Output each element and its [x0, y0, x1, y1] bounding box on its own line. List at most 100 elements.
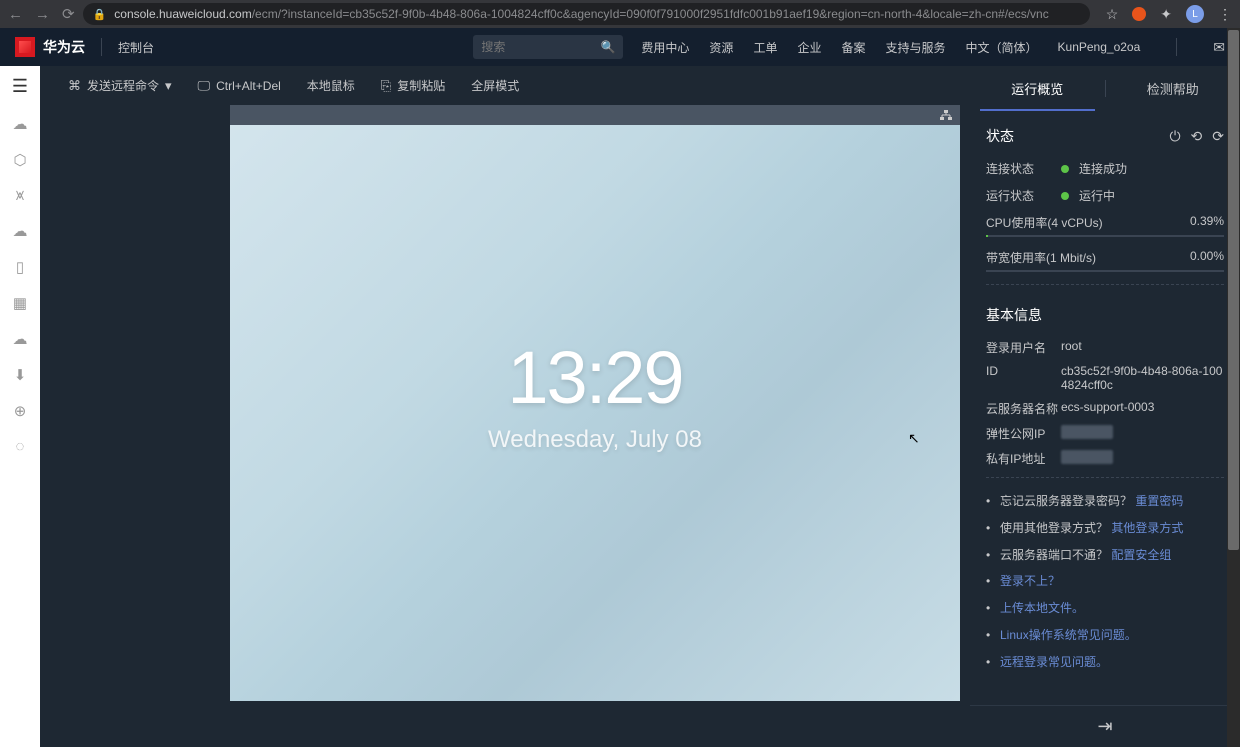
help-item: 忘记云服务器登录密码？ 重置密码	[986, 488, 1224, 515]
help-item: 使用其他登录方式？ 其他登录方式	[986, 515, 1224, 542]
rail-network-icon[interactable]: ⬡	[13, 151, 26, 169]
browser-chrome-bar: ← → ⟳ 🔒 console.huaweicloud.com/ecm/?ins…	[0, 0, 1240, 28]
terminal-icon: ⌘	[68, 78, 81, 94]
rail-chat-icon[interactable]: ◌	[16, 438, 25, 455]
linux-faq-link[interactable]: Linux操作系统常见问题。	[1000, 628, 1137, 642]
monitor-icon: 🖵	[198, 78, 211, 94]
tab-diagnostics[interactable]: 检测帮助	[1106, 66, 1240, 111]
collapse-arrow-icon: ⇥	[1097, 716, 1112, 737]
local-mouse-button[interactable]: 本地鼠标	[307, 77, 355, 94]
left-rail: ☰ ☁ ⬡ ⩙ ☁ ▯ ▦ ☁ ⬇ ⊕ ◌	[0, 66, 40, 747]
lock-screen-clock: 13:29 Wednesday, July 08	[488, 335, 702, 454]
send-remote-cmd-label: 发送远程命令	[87, 77, 159, 94]
url-text: console.huaweicloud.com/ecm/?instanceId=…	[114, 7, 1048, 21]
url-bar[interactable]: 🔒 console.huaweicloud.com/ecm/?instanceI…	[83, 3, 1090, 25]
power-icon[interactable]: ⏻	[1169, 128, 1180, 145]
copy-paste-label: 复制粘贴	[397, 77, 445, 94]
nav-resources[interactable]: 资源	[709, 39, 733, 56]
help-item: 远程登录常见问题。	[986, 649, 1224, 676]
upload-file-link[interactable]: 上传本地文件。	[1000, 601, 1084, 615]
login-fail-link[interactable]: 登录不上？	[1000, 574, 1060, 588]
local-mouse-label: 本地鼠标	[307, 77, 355, 94]
bandwidth-value: 0.00%	[1190, 249, 1224, 266]
rail-deploy-icon[interactable]: ☁	[13, 222, 28, 240]
extension-orange-icon[interactable]	[1132, 7, 1146, 21]
extensions-puzzle-icon[interactable]: ✦	[1160, 6, 1172, 23]
network-icon	[940, 109, 952, 121]
nav-forward-icon[interactable]: →	[35, 6, 50, 23]
cpu-progress	[986, 235, 1224, 237]
hamburger-menu-icon[interactable]: ☰	[12, 76, 28, 97]
rail-db-icon[interactable]: ⩙	[16, 187, 24, 204]
brand-name[interactable]: 华为云	[43, 37, 85, 57]
reset-password-link[interactable]: 重置密码	[1135, 494, 1183, 508]
other-login-link[interactable]: 其他登录方式	[1111, 521, 1183, 535]
tab-overview[interactable]: 运行概览	[970, 66, 1105, 111]
help-item: 登录不上？	[986, 568, 1224, 595]
status-dot-icon	[1061, 165, 1069, 173]
ctrl-alt-del-button[interactable]: 🖵 Ctrl+Alt+Del	[198, 78, 281, 94]
page-scrollbar[interactable]	[1227, 28, 1240, 747]
search-icon[interactable]: 🔍	[600, 40, 615, 54]
search-box[interactable]: 🔍	[473, 35, 623, 59]
vnc-toolbar: ⌘ 发送远程命令 ▾ 🖵 Ctrl+Alt+Del 本地鼠标 ⎘ 复制粘贴 全屏…	[40, 66, 970, 105]
divider	[986, 284, 1224, 285]
rail-download-icon[interactable]: ⬇	[14, 366, 27, 384]
mail-icon[interactable]: ✉	[1213, 39, 1225, 56]
rail-cloud-icon[interactable]: ☁	[13, 115, 28, 133]
help-item: Linux操作系统常见问题。	[986, 622, 1224, 649]
vnc-screen[interactable]: 13:29 Wednesday, July 08 ↖	[230, 105, 960, 701]
nav-reload-icon[interactable]: ⟳	[62, 5, 75, 23]
server-name-value: ecs-support-0003	[1061, 400, 1224, 417]
fullscreen-label: 全屏模式	[471, 77, 519, 94]
bookmark-star-icon[interactable]: ☆	[1106, 6, 1119, 23]
overview-sidebar: 运行概览 检测帮助 状态 ⏻ ⟲ ⟳ 连接状态 连接成功	[970, 66, 1240, 747]
server-name-label: 云服务器名称	[986, 400, 1061, 417]
nav-tickets[interactable]: 工单	[753, 39, 777, 56]
eip-label: 弹性公网IP	[986, 425, 1061, 442]
rail-globe-icon[interactable]: ⊕	[14, 402, 27, 420]
scrollbar-thumb[interactable]	[1228, 30, 1239, 550]
run-status-value: 运行中	[1079, 187, 1115, 204]
nav-enterprise[interactable]: 企业	[797, 39, 821, 56]
rail-mobile-icon[interactable]: ▯	[16, 258, 24, 276]
copy-paste-button[interactable]: ⎘ 复制粘贴	[381, 77, 445, 94]
restart-icon[interactable]: ⟲	[1191, 128, 1203, 145]
nav-billing[interactable]: 费用中心	[641, 39, 689, 56]
sidebar-collapse-bar[interactable]: ⇥	[970, 705, 1240, 747]
security-group-link[interactable]: 配置安全组	[1111, 548, 1171, 562]
search-input[interactable]	[481, 40, 600, 54]
clock-date: Wednesday, July 08	[488, 426, 702, 454]
nav-back-icon[interactable]: ←	[8, 6, 23, 23]
lock-icon: 🔒	[93, 8, 107, 21]
remote-login-faq-link[interactable]: 远程登录常见问题。	[1000, 655, 1108, 669]
login-user-label: 登录用户名	[986, 339, 1061, 356]
rail-doc-icon[interactable]: ▦	[13, 294, 27, 312]
huawei-logo-icon[interactable]	[15, 37, 35, 57]
rail-storage-icon[interactable]: ☁	[13, 330, 28, 348]
help-links: 忘记云服务器登录密码？ 重置密码 使用其他登录方式？ 其他登录方式 云服务器端口…	[970, 484, 1240, 690]
nav-beian[interactable]: 备案	[841, 39, 865, 56]
clock-time: 13:29	[488, 335, 702, 420]
ctrl-alt-del-label: Ctrl+Alt+Del	[216, 79, 281, 93]
nav-support[interactable]: 支持与服务	[885, 39, 945, 56]
fullscreen-button[interactable]: 全屏模式	[471, 77, 519, 94]
guest-cursor-icon: ↖	[908, 430, 920, 447]
bandwidth-label: 带宽使用率(1 Mbit/s)	[986, 249, 1096, 266]
help-item: 上传本地文件。	[986, 595, 1224, 622]
chevron-down-icon: ▾	[165, 78, 172, 94]
status-dot-icon	[1061, 192, 1069, 200]
connection-status-label: 连接状态	[986, 160, 1061, 177]
console-link[interactable]: 控制台	[118, 39, 154, 56]
refresh-icon[interactable]: ⟳	[1212, 128, 1224, 145]
status-section-title: 状态	[986, 126, 1014, 146]
login-user-value: root	[1061, 339, 1224, 356]
nav-user[interactable]: KunPeng_o2oa	[1058, 40, 1141, 54]
eip-value	[1061, 425, 1224, 442]
cpu-usage-value: 0.39%	[1190, 214, 1224, 231]
browser-menu-icon[interactable]: ⋮	[1218, 6, 1232, 23]
nav-language[interactable]: 中文（简体）	[966, 39, 1038, 56]
copy-icon: ⎘	[381, 78, 391, 94]
profile-avatar[interactable]: L	[1186, 5, 1204, 23]
send-remote-cmd-button[interactable]: ⌘ 发送远程命令 ▾	[68, 77, 172, 94]
